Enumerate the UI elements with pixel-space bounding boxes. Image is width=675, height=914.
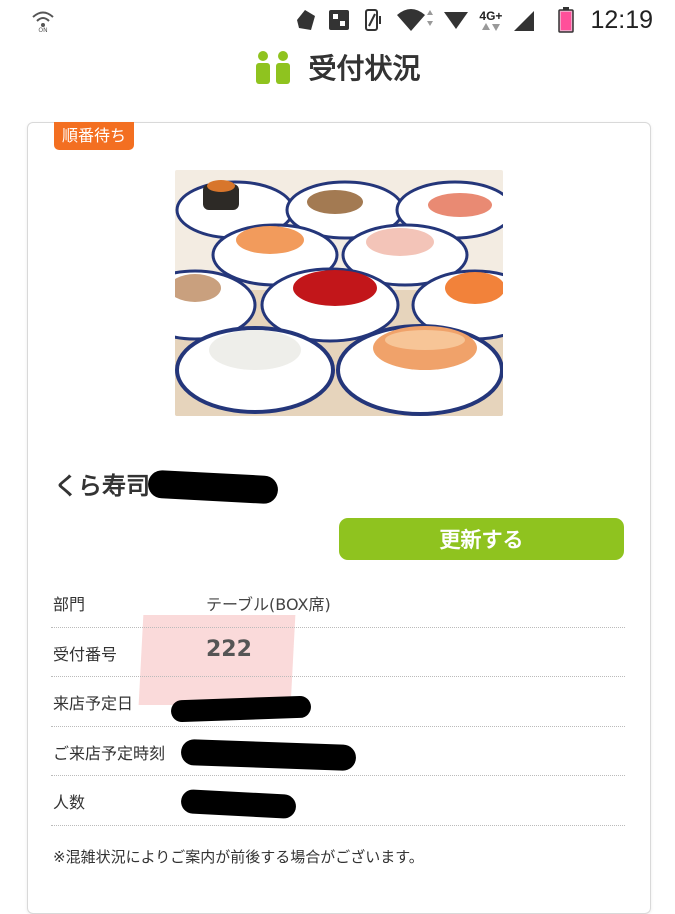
vowifi-icon: ON bbox=[30, 8, 56, 32]
redaction-mark bbox=[170, 695, 312, 723]
signal-icon bbox=[512, 9, 535, 31]
network-type: 4G+ bbox=[479, 9, 502, 31]
info-row-party-size: 人数 bbox=[51, 776, 625, 826]
page-title: 受付状況 bbox=[308, 52, 421, 85]
status-badge: 順番待ち bbox=[54, 122, 135, 150]
svg-text:ON: ON bbox=[38, 27, 47, 32]
nfc-icon bbox=[327, 8, 351, 32]
info-label: 受付番号 bbox=[53, 644, 118, 664]
reception-info-table: 部門 テーブル(BOX席) 受付番号 222 来店予定日 ご来店予定時刻 人数 bbox=[51, 578, 625, 826]
info-value: テーブル(BOX席) bbox=[206, 595, 331, 614]
cellular-icon bbox=[443, 9, 469, 31]
clock: 12:19 bbox=[590, 5, 653, 34]
refresh-button[interactable]: 更新する bbox=[339, 518, 624, 560]
info-row-visit-time: ご来店予定時刻 bbox=[51, 727, 625, 777]
notification-icon bbox=[293, 8, 317, 32]
info-row-reception-number: 受付番号 222 bbox=[51, 628, 625, 678]
notice-text: ※混雑状況によりご案内が前後する場合がございます。 bbox=[53, 848, 424, 866]
info-label: 人数 bbox=[53, 793, 86, 813]
redaction-mark bbox=[180, 738, 357, 771]
page-header: 受付状況 bbox=[0, 44, 675, 90]
reception-card: 順番待ち くら寿司 更新する 部門 テーブル(BOX席) 受付番号 222 来店… bbox=[27, 122, 651, 914]
people-icon bbox=[254, 50, 292, 84]
info-label: ご来店予定時刻 bbox=[53, 743, 166, 763]
sushi-photo bbox=[175, 170, 503, 416]
info-row-visit-date: 来店予定日 bbox=[51, 677, 625, 727]
status-bar: ON 4G+ 12:19 bbox=[0, 0, 675, 40]
vibrate-icon bbox=[361, 8, 385, 32]
wifi-icon bbox=[395, 7, 434, 33]
info-label: 来店予定日 bbox=[53, 694, 134, 714]
redaction-mark bbox=[180, 789, 297, 820]
info-label: 部門 bbox=[53, 595, 86, 614]
reception-number: 222 bbox=[206, 636, 252, 662]
store-name: くら寿司 bbox=[54, 472, 150, 500]
battery-icon bbox=[558, 7, 575, 33]
info-row-department: 部門 テーブル(BOX席) bbox=[51, 578, 625, 628]
redaction-mark bbox=[147, 469, 279, 505]
